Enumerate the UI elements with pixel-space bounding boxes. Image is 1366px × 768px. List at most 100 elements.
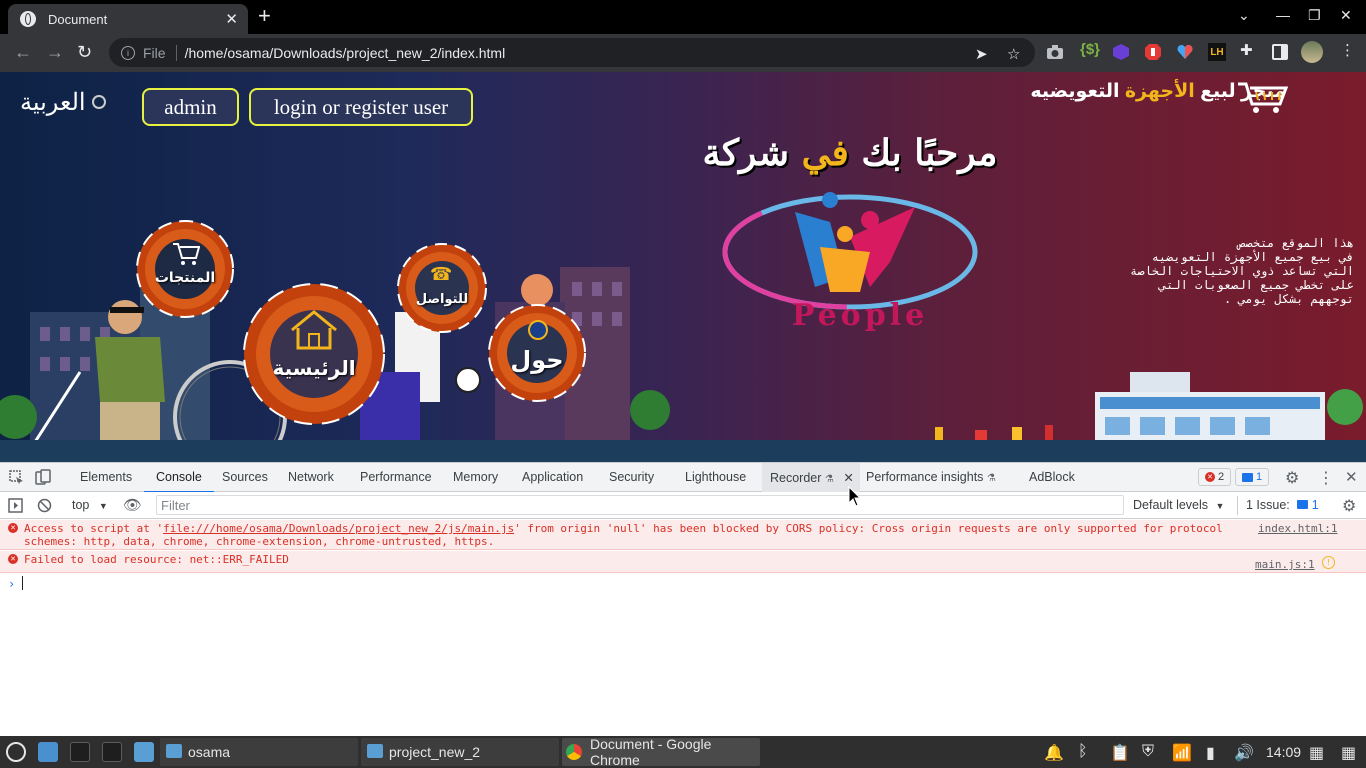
dropdown-arrow-icon: ▼ (98, 501, 108, 511)
language-switcher[interactable]: العربية (20, 88, 106, 116)
os-taskbar: osama project_new_2 Document - Google Ch… (0, 736, 1366, 768)
script-url-link[interactable]: file:///home/osama/Downloads/project_new… (163, 522, 514, 535)
info-icon[interactable]: i (121, 45, 135, 60)
lighthouse-extension-icon[interactable]: LH (1208, 43, 1226, 61)
gear-label: المنتجات (154, 270, 216, 286)
experiment-flask-icon: ⚗ (986, 473, 996, 484)
workspace-grid-icon[interactable]: ▦ (1309, 743, 1324, 763)
menu-kebab-icon[interactable]: ⋮ (1318, 468, 1334, 488)
cog-icon (397, 243, 487, 333)
send-icon[interactable]: ➤ (975, 45, 988, 63)
admin-button[interactable]: admin (142, 88, 239, 126)
battery-icon[interactable]: ▮ (1206, 743, 1215, 763)
settings-gear-icon[interactable]: ⚙ (1285, 468, 1299, 488)
taskbar-task-chrome[interactable]: Document - Google Chrome (562, 736, 760, 768)
tab-adblock[interactable]: AdBlock (1029, 470, 1075, 484)
tab-security[interactable]: Security (609, 470, 654, 484)
forward-button[interactable]: → (46, 42, 64, 62)
tab-sources[interactable]: Sources (222, 470, 268, 484)
volume-icon[interactable]: 🔊 (1234, 743, 1254, 763)
message-count-badge[interactable]: 1 (1235, 468, 1270, 486)
reload-button[interactable]: ↻ (77, 42, 92, 62)
file-manager-icon[interactable] (134, 742, 154, 762)
message-icon (1242, 472, 1253, 482)
new-tab-button[interactable]: + (258, 5, 271, 27)
notifications-bell-icon[interactable]: 🔔 (1044, 743, 1064, 763)
message-source-link[interactable]: main.js:1 (1255, 558, 1315, 571)
tab-lighthouse[interactable]: Lighthouse (685, 470, 746, 484)
console-filter-input[interactable]: Filter (156, 495, 1124, 515)
device-toolbar-icon[interactable] (35, 469, 51, 485)
start-menu-icon[interactable] (6, 742, 26, 762)
cog-icon (243, 283, 385, 425)
extension-css-icon[interactable]: {$} (1080, 41, 1100, 58)
description-line: التي تساعد ذوي الاحتياجات الخاصة (1130, 264, 1354, 278)
side-panel-icon[interactable] (1272, 44, 1288, 60)
terminal-icon[interactable] (102, 742, 122, 762)
sidebar-toggle-icon[interactable] (8, 498, 23, 513)
shield-icon[interactable]: ⛨ (1142, 743, 1154, 761)
close-window-button[interactable]: ✕ (1340, 7, 1352, 24)
minimize-button[interactable]: — (1276, 7, 1290, 23)
inspect-element-icon[interactable] (9, 470, 24, 485)
web-page: العربية admin login or register user متج… (0, 72, 1366, 462)
context-selector[interactable]: top ▼ (72, 498, 108, 512)
bluetooth-icon[interactable]: ᛒ (1078, 743, 1088, 761)
eye-icon[interactable]: 👁 (123, 496, 142, 514)
tab-console[interactable]: Console (144, 470, 214, 493)
show-desktop-icon[interactable] (38, 742, 58, 762)
mouse-cursor-icon (848, 486, 862, 507)
folder-icon (166, 744, 182, 758)
system-monitor-icon[interactable] (70, 742, 90, 762)
console-input[interactable] (22, 576, 23, 590)
tab-application[interactable]: Application (522, 470, 583, 484)
url-text[interactable]: /home/osama/Downloads/project_new_2/inde… (185, 45, 506, 61)
taskbar-task-osama[interactable]: osama (160, 738, 358, 766)
chrome-icon (566, 744, 582, 760)
camera-icon[interactable] (1046, 44, 1064, 60)
error-count-badge[interactable]: ✕ 2 (1198, 468, 1232, 486)
message-prefix: Access to script at ' (24, 522, 164, 535)
close-tab-icon[interactable]: ✕ (843, 471, 853, 485)
back-button[interactable]: ← (14, 42, 32, 62)
task-label: osama (188, 744, 231, 760)
tab-recorder[interactable]: Recorder ⚗ ✕ (762, 463, 860, 492)
login-register-button[interactable]: login or register user (249, 88, 473, 126)
bookmark-star-icon[interactable]: ☆ (1007, 45, 1020, 63)
close-tab-icon[interactable]: ✕ (225, 10, 238, 28)
lightbulb-icon[interactable]: ! (1322, 556, 1335, 569)
clear-console-icon[interactable] (37, 498, 52, 513)
shopping-cart-icon (1238, 82, 1288, 113)
log-levels-dropdown[interactable]: Default levels ▼ (1133, 498, 1224, 512)
gear-contact-link[interactable]: للتواصل ☎ (390, 236, 494, 345)
tab-memory[interactable]: Memory (453, 470, 498, 484)
console-settings-icon[interactable]: ⚙ (1342, 496, 1356, 516)
browser-tab[interactable]: Document ✕ (8, 4, 248, 34)
extension-cube-icon[interactable] (1112, 43, 1130, 61)
taskbar-task-project[interactable]: project_new_2 (361, 738, 559, 766)
gear-about-link[interactable]: حول (480, 296, 594, 415)
description-line: على تخطي جميع الصعوبات التي (1158, 278, 1354, 292)
heart-extension-icon[interactable] (1176, 43, 1194, 61)
wifi-icon[interactable]: 📶 (1172, 743, 1192, 763)
gear-home-link[interactable]: الرئيسية (232, 272, 396, 441)
workspace-switcher-icon[interactable]: ▦ (1341, 743, 1356, 763)
profile-avatar[interactable] (1301, 41, 1323, 63)
message-source-link[interactable]: index.html:1 (1258, 522, 1337, 535)
address-bar[interactable]: i File /home/osama/Downloads/project_new… (109, 38, 1035, 67)
tab-search-icon[interactable]: ⌄ (1238, 7, 1250, 24)
extensions-puzzle-icon[interactable]: ✚ (1240, 41, 1253, 59)
close-devtools-icon[interactable]: ✕ (1345, 468, 1358, 486)
tab-elements[interactable]: Elements (80, 470, 132, 484)
tab-performance[interactable]: Performance (360, 470, 432, 484)
tab-performance-insights[interactable]: Performance insights ⚗ (866, 470, 996, 484)
issues-button[interactable]: 1 Issue: 1 (1237, 496, 1319, 515)
maximize-button[interactable]: ❐ (1308, 7, 1321, 24)
tab-network[interactable]: Network (288, 470, 334, 484)
clipboard-icon[interactable]: 📋 (1110, 743, 1130, 763)
adblock-extension-icon[interactable] (1144, 43, 1162, 61)
clock[interactable]: 14:09 (1266, 744, 1301, 760)
gear-products-link[interactable]: المنتجات (128, 212, 242, 331)
menu-kebab-icon[interactable]: ⋮ (1340, 41, 1355, 59)
cog-icon (136, 220, 234, 318)
